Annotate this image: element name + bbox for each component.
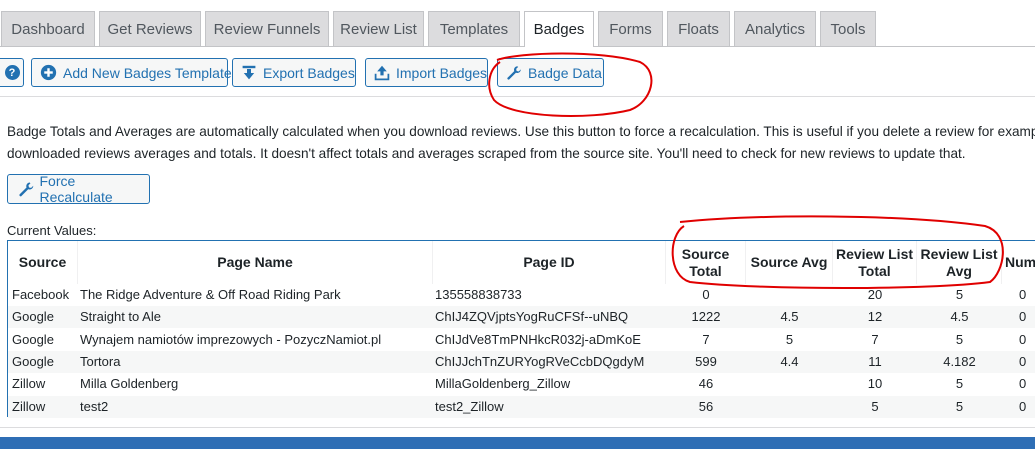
cell-page-name: Wynajem namiotów imprezowych - PozyczNam… xyxy=(80,331,382,347)
cell-page-name: The Ridge Adventure & Off Road Riding Pa… xyxy=(80,287,341,302)
cell-source-avg: 5 xyxy=(785,331,794,347)
export-badges-button[interactable]: Export Badges xyxy=(232,58,356,87)
cell-source: Facebook xyxy=(12,287,70,302)
wrench-icon xyxy=(507,65,521,80)
add-badges-template-button[interactable]: Add New Badges Template xyxy=(31,58,232,87)
import-badges-label: Import Badges xyxy=(396,64,488,81)
cell-rl-avg: 5 xyxy=(955,331,964,347)
plus-circle-icon xyxy=(40,64,57,81)
table-row: Zillow test2 test2_Zillow 56 5 5 0 xyxy=(8,395,1035,418)
tab-forms[interactable]: Forms xyxy=(598,11,663,46)
cell-page-name: Straight to Ale xyxy=(80,309,161,325)
export-badges-label: Export Badges xyxy=(263,64,355,81)
cell-source-total: 7 xyxy=(702,331,710,347)
download-icon xyxy=(242,65,256,79)
cell-source-avg: 4.4 xyxy=(780,353,799,369)
cell-source-total: 46 xyxy=(698,376,714,392)
col-header-page-id: Page ID xyxy=(433,241,666,284)
tab-dashboard[interactable]: Dashboard xyxy=(1,11,95,46)
recalculate-description: Badge Totals and Averages are automatica… xyxy=(7,121,1035,165)
cell-rl-total: 20 xyxy=(867,287,883,302)
cell-source-avg xyxy=(746,396,833,418)
cell-rl-total: 5 xyxy=(871,398,879,414)
cell-rl-avg: 5 xyxy=(955,287,964,302)
help-button[interactable]: ? xyxy=(0,58,24,87)
col-header-page-name: Page Name xyxy=(78,241,433,284)
tab-analytics[interactable]: Analytics xyxy=(734,11,816,46)
cell-source: Zillow xyxy=(12,376,46,392)
description-line-2: downloaded reviews averages and totals. … xyxy=(7,146,966,161)
add-badges-template-label: Add New Badges Template xyxy=(63,64,232,81)
current-values-label: Current Values: xyxy=(7,223,97,238)
cell-page-id: ChIJJchTnZURYogRVeCcbDQgdyM xyxy=(435,353,645,369)
col-header-num: Num xyxy=(1002,241,1035,284)
cell-num: 0 xyxy=(1019,331,1027,347)
col-header-source-avg: Source Avg xyxy=(746,241,833,284)
cell-rl-avg: 4.182 xyxy=(943,353,976,369)
cell-num: 0 xyxy=(1019,353,1027,369)
cell-rl-avg: 4.5 xyxy=(950,309,969,325)
tab-bar: Dashboard Get Reviews Review Funnels Rev… xyxy=(0,0,1035,47)
toolbar: ? Add New Badges Template Export Badges … xyxy=(0,56,1035,88)
cell-rl-avg: 5 xyxy=(955,376,964,392)
cell-source: Zillow xyxy=(12,398,46,414)
tab-tools[interactable]: Tools xyxy=(820,11,876,46)
cell-source-total: 599 xyxy=(695,353,717,369)
cell-page-name: test2 xyxy=(80,398,109,414)
table-row: Zillow Milla Goldenberg MillaGoldenberg_Zi… xyxy=(8,373,1035,395)
col-header-source-total: Source Total xyxy=(666,241,746,284)
badge-data-button[interactable]: Badge Data xyxy=(497,58,604,87)
badge-data-label: Badge Data xyxy=(528,64,602,81)
badge-values-table: Source Page Name Page ID Source Total So… xyxy=(7,240,1035,418)
force-recalculate-label: Force Recalculate xyxy=(39,173,113,205)
cell-num: 0 xyxy=(1019,287,1027,302)
cell-page-name: Milla Goldenberg xyxy=(80,376,179,392)
cell-rl-avg: 5 xyxy=(955,398,964,414)
footer-bar xyxy=(0,437,1035,449)
tab-get-reviews[interactable]: Get Reviews xyxy=(99,11,201,46)
col-header-review-list-total: Review List Total xyxy=(833,241,917,284)
cell-source-avg xyxy=(746,373,833,395)
help-icon: ? xyxy=(4,65,20,80)
import-badges-button[interactable]: Import Badges xyxy=(365,58,488,87)
cell-source: Google xyxy=(12,309,54,325)
cell-rl-total: 11 xyxy=(868,353,882,369)
col-header-review-list-avg: Review List Avg xyxy=(917,241,1002,284)
wrench-icon xyxy=(19,181,34,196)
divider xyxy=(0,96,1035,97)
cell-page-name: Tortora xyxy=(80,353,121,369)
cell-page-id: 135558838733 xyxy=(435,287,522,302)
tab-review-list[interactable]: Review List xyxy=(333,11,424,46)
tab-floats[interactable]: Floats xyxy=(667,11,730,46)
cell-page-id: ChIJdVe8TmPNHkcR032j-aDmKoE xyxy=(435,331,641,347)
cell-rl-total: 10 xyxy=(867,376,883,392)
force-recalculate-button[interactable]: Force Recalculate xyxy=(7,173,150,205)
cell-num: 0 xyxy=(1019,376,1027,392)
cell-source-total: 0 xyxy=(702,287,710,302)
table-row: Facebook The Ridge Adventure & Off Road R… xyxy=(8,284,1035,306)
divider xyxy=(0,427,1035,428)
cell-rl-total: 7 xyxy=(871,331,879,347)
cell-page-id: MillaGoldenberg_Zillow xyxy=(435,376,571,392)
cell-num: 0 xyxy=(1019,309,1027,325)
cell-source-total: 56 xyxy=(698,398,714,414)
cell-source: Google xyxy=(12,353,54,369)
cell-page-id: ChIJ4ZQVjptsYogRuCFSf--uNBQ xyxy=(435,309,629,325)
cell-source-avg xyxy=(746,284,833,306)
upload-icon xyxy=(374,65,390,80)
cell-page-id: test2_Zillow xyxy=(435,398,504,414)
cell-rl-total: 12 xyxy=(867,309,883,325)
cell-source-avg: 4.5 xyxy=(780,309,799,325)
cell-source-total: 1222 xyxy=(691,309,721,325)
cell-num: 0 xyxy=(1019,398,1027,414)
tab-templates[interactable]: Templates xyxy=(428,11,520,46)
table-row: Google Tortora ChIJJchTnZURYogRVeCcbDQgdyM… xyxy=(8,350,1035,373)
cell-source: Google xyxy=(12,331,54,347)
table-row: Google Wynajem namiotów imprezowych - Poz… xyxy=(8,329,1035,351)
tab-review-funnels[interactable]: Review Funnels xyxy=(205,11,329,46)
description-line-1: Badge Totals and Averages are automatica… xyxy=(7,124,1035,139)
table-row: Google Straight to Ale ChIJ4ZQVjptsYogRuCF… xyxy=(8,306,1035,329)
col-header-source: Source xyxy=(8,241,78,284)
tab-badges[interactable]: Badges xyxy=(524,11,594,47)
